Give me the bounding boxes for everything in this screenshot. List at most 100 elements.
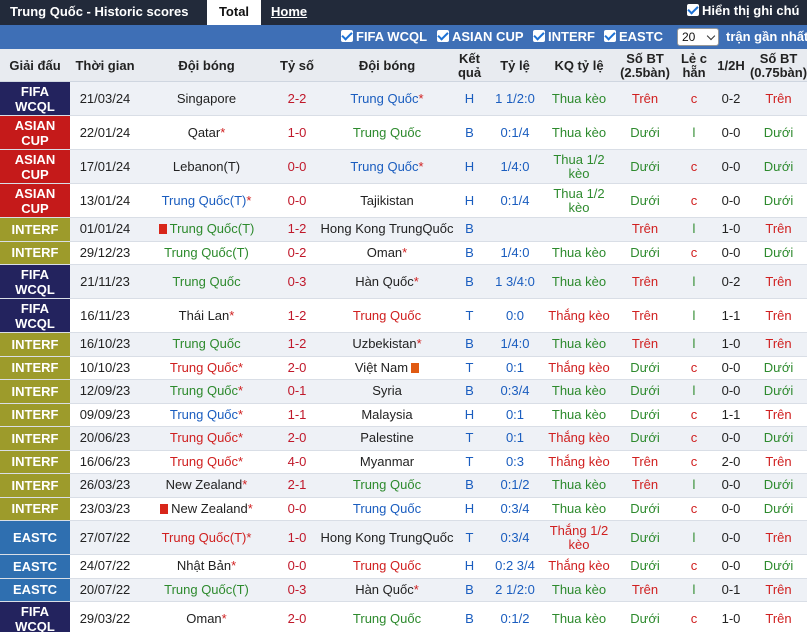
home-team-name[interactable]: Trung Quốc [170,407,238,422]
home-team[interactable]: Nhật Bản * [140,555,273,578]
match-score[interactable]: 0-3 [273,265,321,298]
home-team-name[interactable]: Qatar [188,125,221,140]
away-team[interactable]: Trung Quốc [321,498,453,521]
home-team-name[interactable]: Thái Lan [179,308,230,323]
away-team-name[interactable]: Hàn Quốc [355,582,414,597]
home-team[interactable]: Trung Quốc(T) [140,218,273,241]
match-score[interactable]: 2-1 [273,474,321,497]
away-team-name[interactable]: Trung Quốc [353,611,421,626]
away-team-name[interactable]: Trung Quốc [350,91,418,106]
away-team-name[interactable]: Hong Kong TrungQuốc [321,222,454,236]
away-team-name[interactable]: Trung Quốc [353,501,421,516]
home-team-name[interactable]: New Zealand [166,478,243,492]
home-team-name[interactable]: Nhật Bản [177,559,231,573]
match-score[interactable]: 1-2 [273,333,321,356]
competition-badge[interactable]: FIFA WCQL [0,602,70,632]
home-team[interactable]: Qatar * [140,116,273,149]
away-team[interactable]: Hàn Quốc * [321,265,453,298]
home-team-name[interactable]: Trung Quốc [172,337,240,351]
competition-badge[interactable]: INTERF [0,241,70,264]
away-team[interactable]: Malaysia [321,404,453,427]
tab-home[interactable]: Home [271,4,307,19]
match-score[interactable]: 0-0 [273,498,321,521]
filter-asian-cup[interactable]: ASIAN CUP [437,29,524,44]
home-team-name[interactable]: Trung Quốc [170,431,238,445]
competition-badge[interactable]: FIFA WCQL [0,82,70,115]
home-team[interactable]: Oman * [140,602,273,632]
competition-badge[interactable]: EASTC [0,521,70,554]
competition-badge[interactable]: FIFA WCQL [0,265,70,298]
home-team-name[interactable]: Oman [186,611,221,626]
competition-badge[interactable]: INTERF [0,427,70,450]
filter-fifa-wcql[interactable]: FIFA WCQL [341,29,427,44]
away-team[interactable]: Trung Quốc [321,299,453,332]
home-team-name[interactable]: Trung Quốc [170,384,238,398]
checkbox-icon[interactable] [437,30,449,42]
checkbox-icon[interactable] [687,4,699,16]
home-team[interactable]: Trung Quốc(T) [140,579,273,602]
competition-badge[interactable]: ASIAN CUP [0,184,70,217]
competition-badge[interactable]: EASTC [0,578,70,601]
competition-badge[interactable]: FIFA WCQL [0,299,70,332]
show-notes-toggle[interactable]: Hiển thị ghi chú [687,3,800,18]
home-team[interactable]: Trung Quốc * [140,380,273,403]
away-team-name[interactable]: Trung Quốc [353,478,421,492]
home-team-name[interactable]: Trung Quốc(T) [170,222,255,236]
away-team-name[interactable]: Trung Quốc [353,125,421,140]
home-team[interactable]: Trung Quốc * [140,404,273,427]
match-score[interactable]: 0-2 [273,242,321,265]
home-team-name[interactable]: Singapore [177,91,236,106]
match-score[interactable]: 0-1 [273,380,321,403]
checkbox-icon[interactable] [341,30,353,42]
tab-total[interactable]: Total [207,0,261,25]
home-team[interactable]: Trung Quốc(T) * [140,184,273,217]
home-team[interactable]: Trung Quốc(T) * [140,521,273,554]
competition-badge[interactable]: INTERF [0,403,70,426]
away-team-name[interactable]: Uzbekistan [352,337,416,351]
away-team-name[interactable]: Oman [367,245,402,260]
home-team-name[interactable]: Trung Quốc(T) [162,193,247,208]
match-score[interactable]: 2-0 [273,427,321,450]
match-score[interactable]: 1-2 [273,218,321,241]
away-team[interactable]: Trung Quốc [321,116,453,149]
away-team-name[interactable]: Hàn Quốc [355,274,414,289]
match-score[interactable]: 2-0 [273,602,321,632]
home-team[interactable]: Lebanon(T) [140,150,273,183]
away-team[interactable]: Syria [321,380,453,403]
match-score[interactable]: 0-0 [273,184,321,217]
away-team[interactable]: Hong Kong TrungQuốc [321,218,454,241]
competition-badge[interactable]: INTERF [0,497,70,520]
away-team[interactable]: Việt Nam [321,357,453,380]
match-score[interactable]: 1-1 [273,404,321,427]
home-team-name[interactable]: Trung Quốc [170,360,238,375]
competition-badge[interactable]: ASIAN CUP [0,150,70,183]
match-score[interactable]: 0-3 [273,579,321,602]
away-team[interactable]: Trung Quốc [321,602,453,632]
home-team-name[interactable]: Trung Quốc(T) [162,530,247,545]
away-team[interactable]: Trung Quốc [321,555,453,578]
home-team[interactable]: New Zealand * [140,474,273,497]
checkbox-icon[interactable] [533,30,545,42]
away-team-name[interactable]: Palestine [360,431,413,445]
competition-badge[interactable]: EASTC [0,555,70,578]
filter-eastc[interactable]: EASTC [604,29,663,44]
away-team-name[interactable]: Malaysia [361,407,412,422]
home-team[interactable]: New Zealand * [140,498,273,521]
away-team[interactable]: Trung Quốc * [321,82,453,115]
away-team-name[interactable]: Trung Quốc [353,308,421,323]
match-score[interactable]: 1-0 [273,116,321,149]
home-team[interactable]: Thái Lan * [140,299,273,332]
home-team-name[interactable]: Trung Quốc(T) [164,245,249,260]
away-team-name[interactable]: Syria [372,384,402,398]
competition-badge[interactable]: INTERF [0,218,70,241]
away-team[interactable]: Oman * [321,242,453,265]
away-team[interactable]: Trung Quốc * [321,150,453,183]
home-team[interactable]: Singapore [140,82,273,115]
match-score[interactable]: 0-0 [273,555,321,578]
match-score[interactable]: 2-2 [273,82,321,115]
home-team[interactable]: Trung Quốc * [140,451,273,474]
away-team[interactable]: Palestine [321,427,453,450]
away-team-name[interactable]: Myanmar [360,454,414,469]
away-team-name[interactable]: Tajikistan [360,193,413,208]
match-score[interactable]: 2-0 [273,357,321,380]
